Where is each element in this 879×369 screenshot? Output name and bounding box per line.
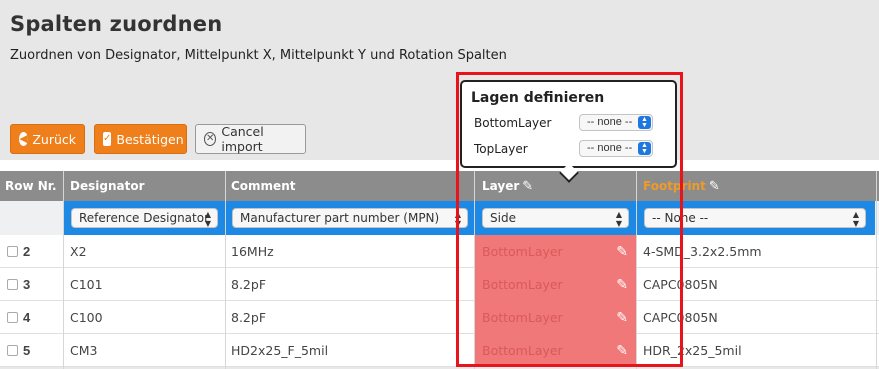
confirm-button-label: Bestätigen: [116, 131, 184, 147]
page-header: Spalten zuordnen Zuordnen von Designator…: [0, 0, 879, 160]
table-row: 4 C100 8.2pF BottomLayer ✎ CAPC0805N: [0, 301, 879, 334]
page-title: Spalten zuordnen: [10, 12, 223, 36]
footprint-cell: CAPC0805N: [643, 277, 718, 292]
column-header-designator: Designator: [70, 179, 145, 193]
row-checkbox[interactable]: [7, 345, 18, 356]
define-layers-popup: Lagen definieren BottomLayer -- none -- …: [460, 80, 677, 183]
bottomlayer-select[interactable]: -- none -- ▲ ▼: [579, 114, 653, 131]
popup-title: Lagen definieren: [471, 90, 605, 106]
layer-cell-value: BottomLayer: [482, 310, 563, 325]
column-header-row-nr: Row Nr.: [5, 179, 57, 193]
designator-select-cell: Reference Designator ▲ ▼: [64, 201, 225, 235]
comment-select-cell: Manufacturer part number (MPN) ▲ ▼: [226, 201, 474, 235]
pencil-icon[interactable]: ✎: [709, 172, 720, 202]
divider: [0, 160, 879, 171]
back-arrow-icon: ◀: [19, 132, 29, 146]
pencil-icon[interactable]: ✎: [616, 235, 628, 268]
layer-cell[interactable]: BottomLayer ✎: [475, 301, 636, 334]
column-header-footprint[interactable]: Footprint ✎: [643, 171, 720, 201]
table-row: 5 CM3 HD2x25_F_5mil BottomLayer ✎ HDR_2x2…: [0, 334, 879, 367]
comment-cell: 8.2pF: [231, 277, 267, 292]
select-arrows-icon: ▲ ▼: [204, 210, 211, 228]
popup-label-bottomlayer: BottomLayer: [474, 116, 552, 130]
select-arrows-icon: ▲ ▼: [852, 210, 859, 228]
footprint-cell: 4-SMD_3.2x2.5mm: [643, 244, 762, 259]
row-checkbox[interactable]: [7, 279, 18, 290]
footprint-cell: HDR_2x25_5mil: [643, 343, 742, 358]
layer-select[interactable]: Side ▲ ▼: [482, 208, 629, 228]
confirm-button[interactable]: ✓ Bestätigen: [94, 124, 187, 154]
footprint-select[interactable]: -- None -- ▲ ▼: [644, 208, 866, 228]
column-divider: [876, 171, 877, 369]
pencil-icon[interactable]: ✎: [522, 172, 533, 202]
checkmark-icon: ✓: [103, 132, 112, 146]
layer-cell-value: BottomLayer: [482, 277, 563, 292]
select-arrows-icon: ▲ ▼: [454, 210, 461, 228]
layer-cell[interactable]: BottomLayer ✎: [475, 334, 636, 367]
column-header-comment: Comment: [231, 179, 296, 193]
page-subtitle: Zuordnen von Designator, Mittelpunkt X, …: [10, 48, 507, 63]
layer-cell[interactable]: BottomLayer ✎: [475, 235, 636, 268]
cancel-import-button[interactable]: ✕ Cancel import: [195, 124, 306, 154]
comment-select-value: Manufacturer part number (MPN): [240, 211, 440, 225]
footprint-cell: CAPC0805N: [643, 310, 718, 325]
comment-cell: HD2x25_F_5mil: [231, 343, 329, 358]
toplayer-select-value: -- none --: [587, 142, 633, 154]
pencil-icon[interactable]: ✎: [616, 301, 628, 334]
column-divider: [225, 171, 226, 369]
designator-cell: C100: [70, 310, 103, 325]
layer-cell-value: BottomLayer: [482, 244, 563, 259]
layer-cell-value: BottomLayer: [482, 343, 563, 358]
layer-cell[interactable]: BottomLayer ✎: [475, 268, 636, 301]
back-button[interactable]: ◀ Zurück: [10, 124, 85, 154]
column-header-layer-label: Layer: [482, 179, 520, 193]
layer-select-cell: Side ▲ ▼: [475, 201, 636, 235]
comment-select[interactable]: Manufacturer part number (MPN) ▲ ▼: [232, 208, 468, 228]
row-number: 3: [23, 277, 31, 292]
table-header: Row Nr. Designator Comment Layer ✎ Footpr…: [0, 171, 879, 201]
row-number: 2: [23, 244, 31, 259]
row-number: 4: [23, 310, 31, 325]
select-arrows-icon: ▲ ▼: [615, 210, 622, 228]
layer-select-value: Side: [490, 211, 516, 225]
designator-select[interactable]: Reference Designator ▲ ▼: [71, 208, 218, 228]
select-arrows-icon: ▲ ▼: [638, 142, 651, 155]
toplayer-select[interactable]: -- none -- ▲ ▼: [579, 140, 653, 157]
column-divider: [636, 171, 637, 369]
cancel-import-label: Cancel import: [221, 124, 264, 154]
column-header-layer[interactable]: Layer ✎: [482, 171, 533, 201]
back-button-label: Zurück: [32, 131, 76, 147]
column-header-footprint-label: Footprint: [643, 179, 706, 193]
column-mapping-row: Reference Designator ▲ ▼ Manufacturer par…: [0, 201, 879, 235]
select-arrows-icon: ▲ ▼: [638, 116, 651, 129]
popup-label-toplayer: TopLayer: [474, 142, 528, 156]
table-row: 3 C101 8.2pF BottomLayer ✎ CAPC0805N: [0, 268, 879, 301]
footprint-select-value: -- None --: [652, 211, 709, 225]
column-divider: [63, 171, 64, 369]
designator-cell: CM3: [70, 343, 98, 358]
row-checkbox[interactable]: [7, 312, 18, 323]
designator-cell: C101: [70, 277, 103, 292]
close-icon: ✕: [204, 132, 217, 146]
column-divider: [474, 171, 475, 369]
designator-select-value: Reference Designator: [79, 211, 210, 225]
comment-cell: 16MHz: [231, 244, 274, 259]
designator-cell: X2: [70, 244, 87, 259]
row-number: 5: [23, 343, 31, 358]
footprint-select-cell: -- None -- ▲ ▼: [637, 201, 875, 235]
row-checkbox[interactable]: [7, 246, 18, 257]
table-row: 2 X2 16MHz BottomLayer ✎ 4-SMD_3.2x2.5mm: [0, 235, 879, 268]
bottomlayer-select-value: -- none --: [587, 116, 633, 128]
pencil-icon[interactable]: ✎: [616, 268, 628, 301]
pencil-icon[interactable]: ✎: [616, 334, 628, 367]
comment-cell: 8.2pF: [231, 310, 267, 325]
